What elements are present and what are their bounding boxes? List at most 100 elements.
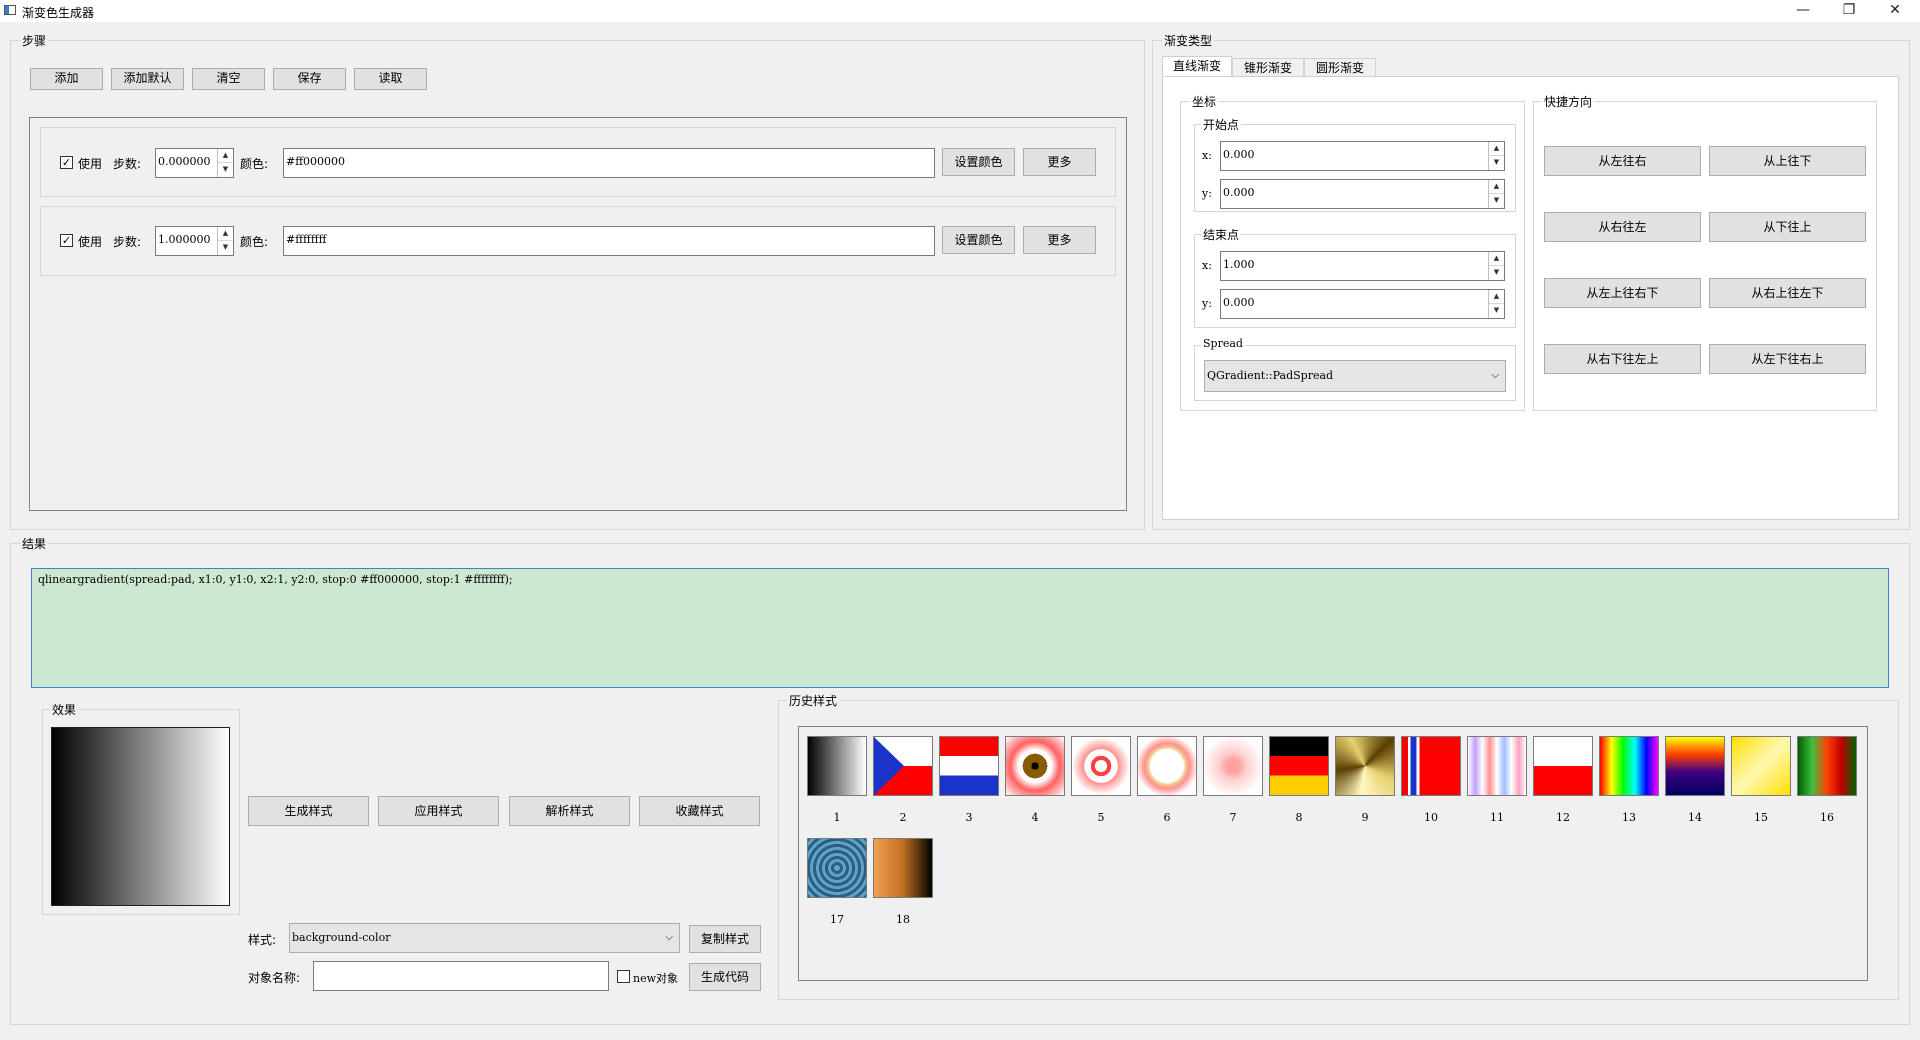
spin-down-icon[interactable]: ▼	[218, 163, 233, 177]
history-thumb[interactable]	[873, 838, 933, 898]
bottomleft-to-topright-button[interactable]: 从左下往右上	[1709, 344, 1866, 374]
history-index: 5	[1097, 811, 1105, 824]
apply-style-button[interactable]: 应用样式	[378, 796, 499, 826]
coords-title: 坐标	[1190, 93, 1219, 110]
start-x-spinbox[interactable]: 0.000 ▲ ▼	[1220, 141, 1505, 171]
history-index: 15	[1754, 811, 1768, 824]
spin-down-icon[interactable]: ▼	[218, 241, 233, 255]
history-thumb[interactable]	[1203, 736, 1263, 796]
history-thumb[interactable]	[1467, 736, 1527, 796]
spin-down-icon[interactable]: ▼	[1489, 194, 1504, 208]
spin-arrows[interactable]: ▲ ▼	[1488, 180, 1504, 208]
history-index: 7	[1229, 811, 1237, 824]
more-button[interactable]: 更多	[1023, 148, 1096, 176]
generate-code-button[interactable]: 生成代码	[689, 963, 761, 991]
history-thumb[interactable]	[873, 736, 933, 796]
start-y-spinbox[interactable]: 0.000 ▲ ▼	[1220, 179, 1505, 209]
more-button[interactable]: 更多	[1023, 226, 1096, 254]
top-to-bottom-button[interactable]: 从上往下	[1709, 146, 1866, 176]
history-index: 2	[899, 811, 907, 824]
load-button[interactable]: 读取	[354, 68, 427, 90]
topright-to-bottomleft-button[interactable]: 从右上往左下	[1709, 278, 1866, 308]
minimize-button[interactable]: —	[1780, 0, 1826, 22]
object-name-input[interactable]	[313, 961, 609, 991]
history-thumb[interactable]	[1005, 736, 1065, 796]
bottomright-to-topleft-button[interactable]: 从右下往左上	[1544, 344, 1701, 374]
spin-up-icon[interactable]: ▲	[1489, 252, 1504, 266]
x-label: x:	[1202, 149, 1212, 162]
history-index: 16	[1820, 811, 1834, 824]
history-index: 4	[1031, 811, 1039, 824]
step-value: 0.000000	[158, 155, 211, 168]
parse-style-button[interactable]: 解析样式	[509, 796, 630, 826]
spin-down-icon[interactable]: ▼	[1489, 266, 1504, 280]
left-to-right-button[interactable]: 从左往右	[1544, 146, 1701, 176]
bottom-to-top-button[interactable]: 从下往上	[1709, 212, 1866, 242]
history-thumb[interactable]	[807, 838, 867, 898]
style-select[interactable]: background-color ⌵	[289, 923, 680, 953]
spin-up-icon[interactable]: ▲	[218, 149, 233, 163]
history-thumb[interactable]	[1731, 736, 1791, 796]
style-label: 样式:	[248, 933, 277, 947]
color-input[interactable]: #ff000000	[283, 148, 935, 178]
copy-style-button[interactable]: 复制样式	[689, 925, 761, 953]
style-value: background-color	[292, 931, 391, 944]
history-thumb[interactable]	[1137, 736, 1197, 796]
topleft-to-bottomright-button[interactable]: 从左上往右下	[1544, 278, 1701, 308]
spin-down-icon[interactable]: ▼	[1489, 156, 1504, 170]
spin-up-icon[interactable]: ▲	[1489, 290, 1504, 304]
history-thumb[interactable]	[807, 736, 867, 796]
use-checkbox[interactable]: ✓	[60, 156, 73, 169]
history-index: 12	[1556, 811, 1570, 824]
end-x-spinbox[interactable]: 1.000 ▲ ▼	[1220, 251, 1505, 281]
spin-up-icon[interactable]: ▲	[1489, 142, 1504, 156]
set-color-button[interactable]: 设置颜色	[942, 226, 1015, 254]
spread-title: Spread	[1201, 337, 1245, 350]
step-spinbox[interactable]: 1.000000 ▲ ▼	[155, 226, 234, 256]
history-thumb[interactable]	[1401, 736, 1461, 796]
history-thumb[interactable]	[1665, 736, 1725, 796]
spin-up-icon[interactable]: ▲	[1489, 180, 1504, 194]
spread-select[interactable]: QGradient::PadSpread ⌵	[1204, 360, 1506, 392]
generate-style-button[interactable]: 生成样式	[248, 796, 369, 826]
add-default-button[interactable]: 添加默认	[111, 68, 184, 90]
favorite-style-button[interactable]: 收藏样式	[639, 796, 760, 826]
history-thumb[interactable]	[1533, 736, 1593, 796]
new-object-checkbox[interactable]	[617, 970, 630, 983]
spin-arrows[interactable]: ▲ ▼	[1488, 290, 1504, 318]
spin-arrows[interactable]: ▲ ▼	[217, 227, 233, 255]
history-thumb[interactable]	[1071, 736, 1131, 796]
spin-up-icon[interactable]: ▲	[218, 227, 233, 241]
tab-linear[interactable]: 直线渐变	[1162, 56, 1232, 76]
clear-button[interactable]: 清空	[192, 68, 265, 90]
save-button[interactable]: 保存	[273, 68, 346, 90]
quick-direction-title: 快捷方向	[1542, 93, 1595, 110]
history-thumb[interactable]	[1269, 736, 1329, 796]
x-label: x:	[1202, 259, 1212, 272]
result-code-textarea[interactable]: qlineargradient(spread:pad, x1:0, y1:0, …	[31, 568, 1889, 688]
history-thumb[interactable]	[1335, 736, 1395, 796]
restore-button[interactable]: ❐	[1826, 0, 1872, 22]
end-y-spinbox[interactable]: 0.000 ▲ ▼	[1220, 289, 1505, 319]
add-button[interactable]: 添加	[30, 68, 103, 90]
color-input[interactable]: #ffffffff	[283, 226, 935, 256]
history-thumb[interactable]	[1797, 736, 1857, 796]
spin-arrows[interactable]: ▲ ▼	[217, 149, 233, 177]
use-checkbox[interactable]: ✓	[60, 234, 73, 247]
history-index: 17	[830, 913, 844, 926]
step-spinbox[interactable]: 0.000000 ▲ ▼	[155, 148, 234, 178]
use-label: 使用	[78, 235, 103, 249]
close-button[interactable]: ✕	[1872, 0, 1918, 22]
history-thumb[interactable]	[1599, 736, 1659, 796]
step-value: 1.000000	[158, 233, 211, 246]
set-color-button[interactable]: 设置颜色	[942, 148, 1015, 176]
history-thumb[interactable]	[939, 736, 999, 796]
color-label: 颜色:	[240, 235, 269, 249]
right-to-left-button[interactable]: 从右往左	[1544, 212, 1701, 242]
use-label: 使用	[78, 157, 103, 171]
spin-down-icon[interactable]: ▼	[1489, 304, 1504, 318]
spin-arrows[interactable]: ▲ ▼	[1488, 252, 1504, 280]
spin-arrows[interactable]: ▲ ▼	[1488, 142, 1504, 170]
tab-radial[interactable]: 圆形渐变	[1304, 58, 1376, 76]
tab-conical[interactable]: 锥形渐变	[1232, 58, 1304, 76]
